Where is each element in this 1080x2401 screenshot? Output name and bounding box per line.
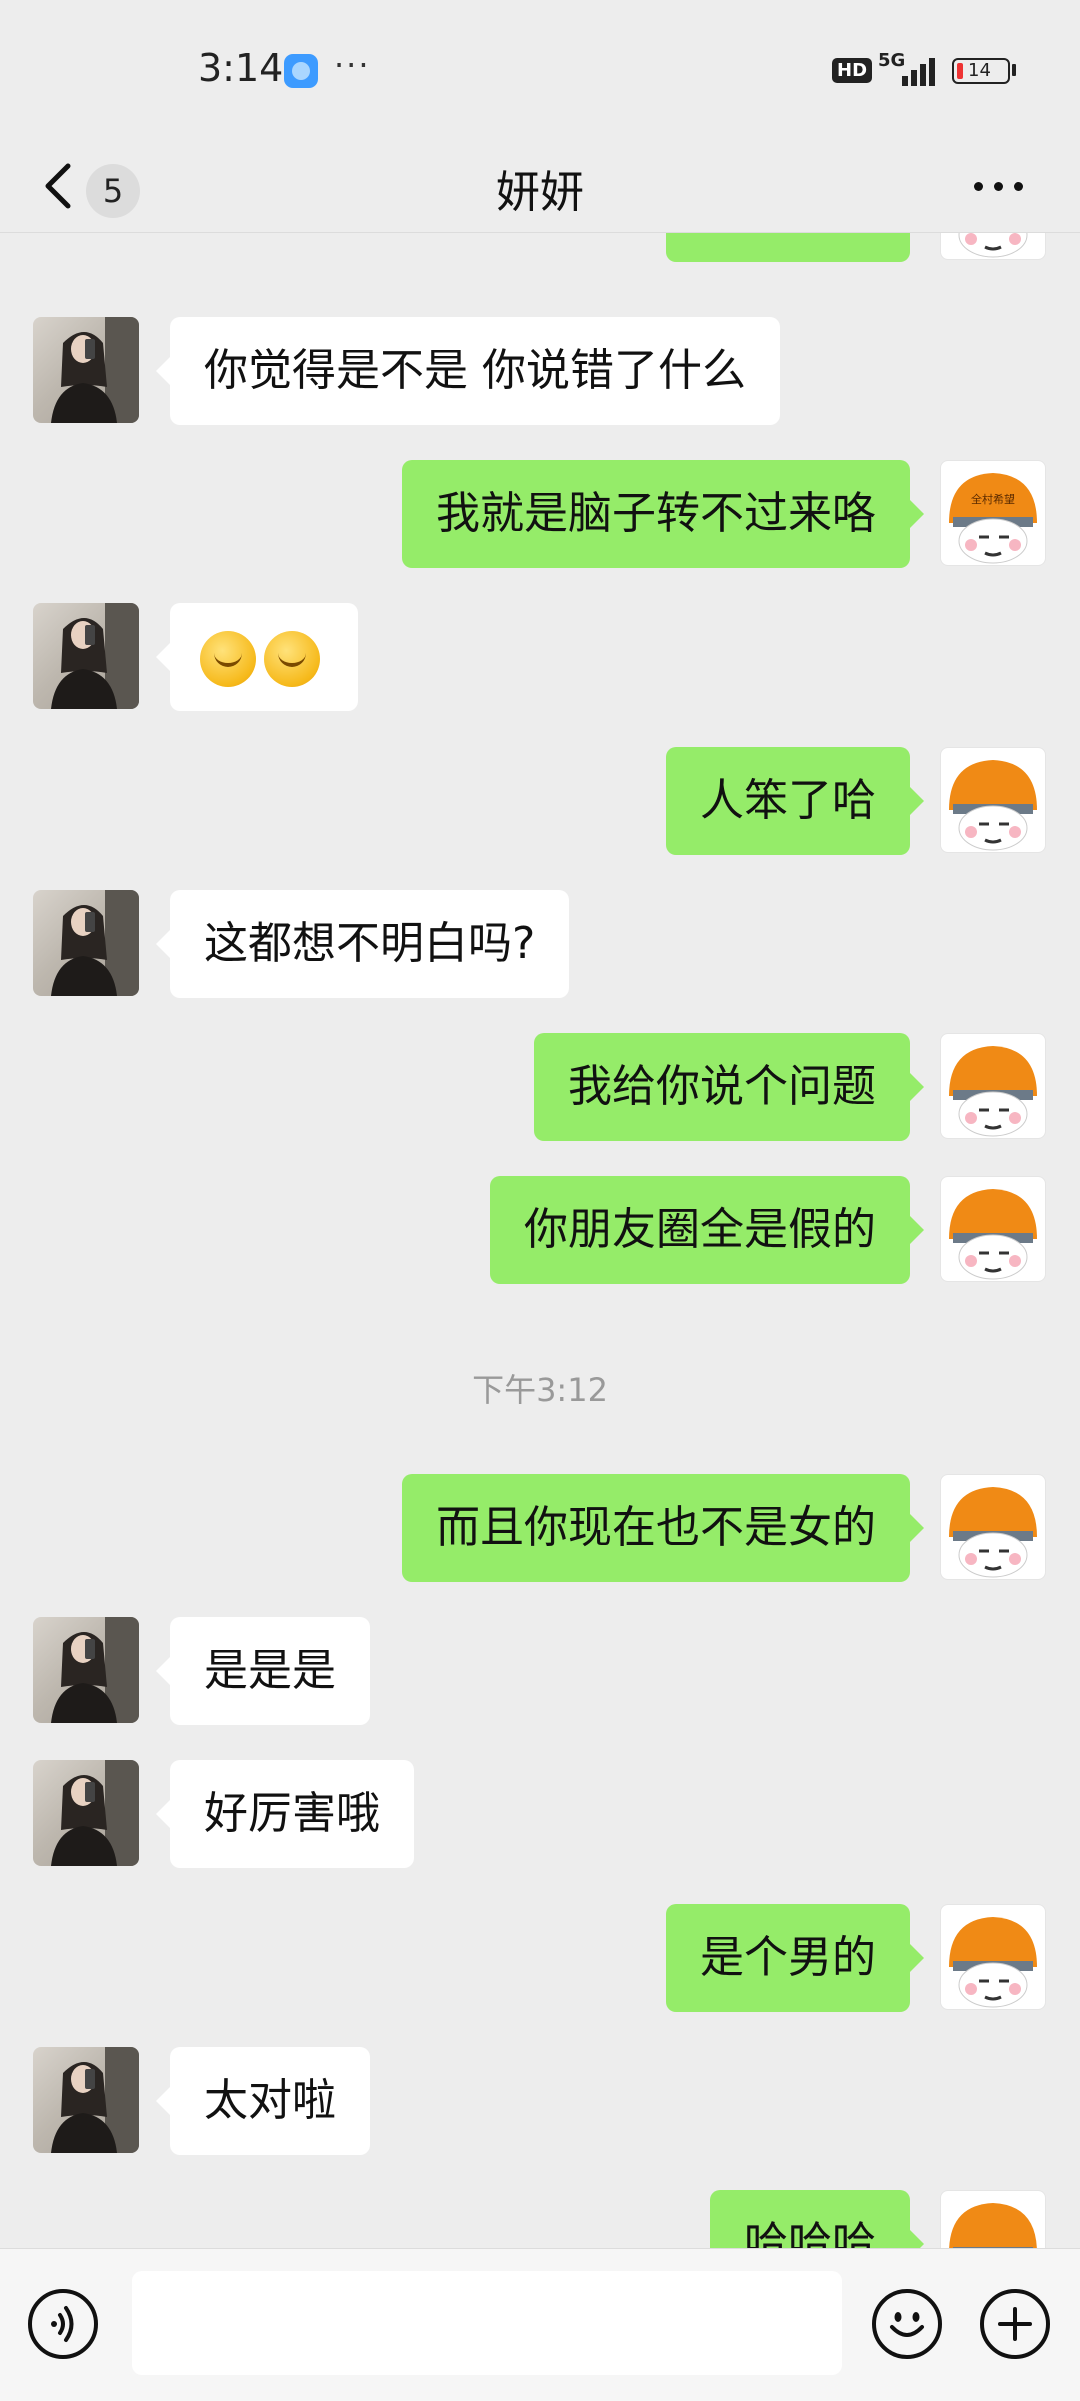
hd-icon: HD xyxy=(832,58,873,83)
signal-icon xyxy=(902,56,938,86)
battery-icon: 14 xyxy=(952,58,1010,84)
message-bubble-sent[interactable]: 是个男的 xyxy=(666,1904,924,2012)
contact-avatar[interactable] xyxy=(33,1617,139,1723)
smiley-icon xyxy=(890,2312,924,2337)
self-avatar[interactable] xyxy=(940,1904,1046,2010)
message-bubble-sent[interactable]: 我给你说个问题 xyxy=(534,1033,924,1141)
meme-caption: 全村希望 xyxy=(971,492,1015,506)
message-input[interactable] xyxy=(132,2271,842,2375)
message-bubble-sent[interactable]: 啊对对对 xyxy=(666,232,910,262)
contact-avatar[interactable] xyxy=(33,1760,139,1866)
message-bubble-sent[interactable]: 人笨了哈 xyxy=(666,747,924,855)
message-bubble-sent[interactable]: 我就是脑子转不过来咯 xyxy=(402,460,924,568)
status-time: 3:14 xyxy=(198,46,284,90)
self-avatar[interactable]: 全村希望 xyxy=(940,460,1046,566)
message-bubble-received[interactable]: 是是是 xyxy=(156,1617,370,1725)
voice-button[interactable] xyxy=(28,2289,98,2359)
message-bubble-received[interactable]: 这都想不明白吗? xyxy=(155,890,570,998)
emoji-button[interactable] xyxy=(872,2289,942,2359)
self-avatar[interactable] xyxy=(940,1176,1046,1282)
chat-header: 5 妍妍 xyxy=(0,140,1080,233)
message-bubble-received[interactable]: 太对啦 xyxy=(156,2047,370,2155)
chat-title: 妍妍 xyxy=(496,167,584,218)
message-bubble-sent[interactable]: 而且你现在也不是女的 xyxy=(402,1474,924,1582)
contact-avatar[interactable] xyxy=(33,2047,139,2153)
plus-icon xyxy=(998,2307,1032,2341)
more-menu-button[interactable] xyxy=(968,164,1028,208)
message-timestamp: 下午3:12 xyxy=(472,1371,608,1409)
contact-avatar[interactable] xyxy=(33,890,139,996)
battery-cap xyxy=(1012,64,1016,76)
hand-over-mouth-emoji-icon xyxy=(200,631,256,687)
self-avatar[interactable] xyxy=(940,232,1046,260)
message-bubble-received[interactable]: 好厉害哦 xyxy=(156,1760,414,1868)
voice-icon xyxy=(51,2306,74,2342)
self-avatar[interactable] xyxy=(940,2190,1046,2248)
battery-level: 14 xyxy=(968,60,991,81)
input-bar xyxy=(0,2248,1080,2401)
status-more-icon: ··· xyxy=(334,46,371,84)
hand-over-mouth-emoji-icon xyxy=(264,631,320,687)
message-list[interactable]: 啊对对对 你觉得是不是 你说错了什么 我就是脑子转 xyxy=(0,232,1080,2248)
contact-avatar[interactable] xyxy=(33,603,139,709)
self-avatar[interactable] xyxy=(940,1033,1046,1139)
message-bubble-sent[interactable]: 你朋友圈全是假的 xyxy=(490,1176,924,1284)
app-notification-icon xyxy=(284,54,318,88)
contact-avatar[interactable] xyxy=(33,317,139,423)
message-bubble-received[interactable] xyxy=(156,603,358,711)
status-bar: 3:14 ··· HD 5G 14 xyxy=(0,0,1080,140)
self-avatar[interactable] xyxy=(940,747,1046,853)
message-bubble-received[interactable]: 你觉得是不是 你说错了什么 xyxy=(156,317,780,425)
message-bubble-sent[interactable]: 哈哈哈 xyxy=(710,2190,924,2248)
self-avatar[interactable] xyxy=(940,1474,1046,1580)
more-functions-button[interactable] xyxy=(980,2289,1050,2359)
